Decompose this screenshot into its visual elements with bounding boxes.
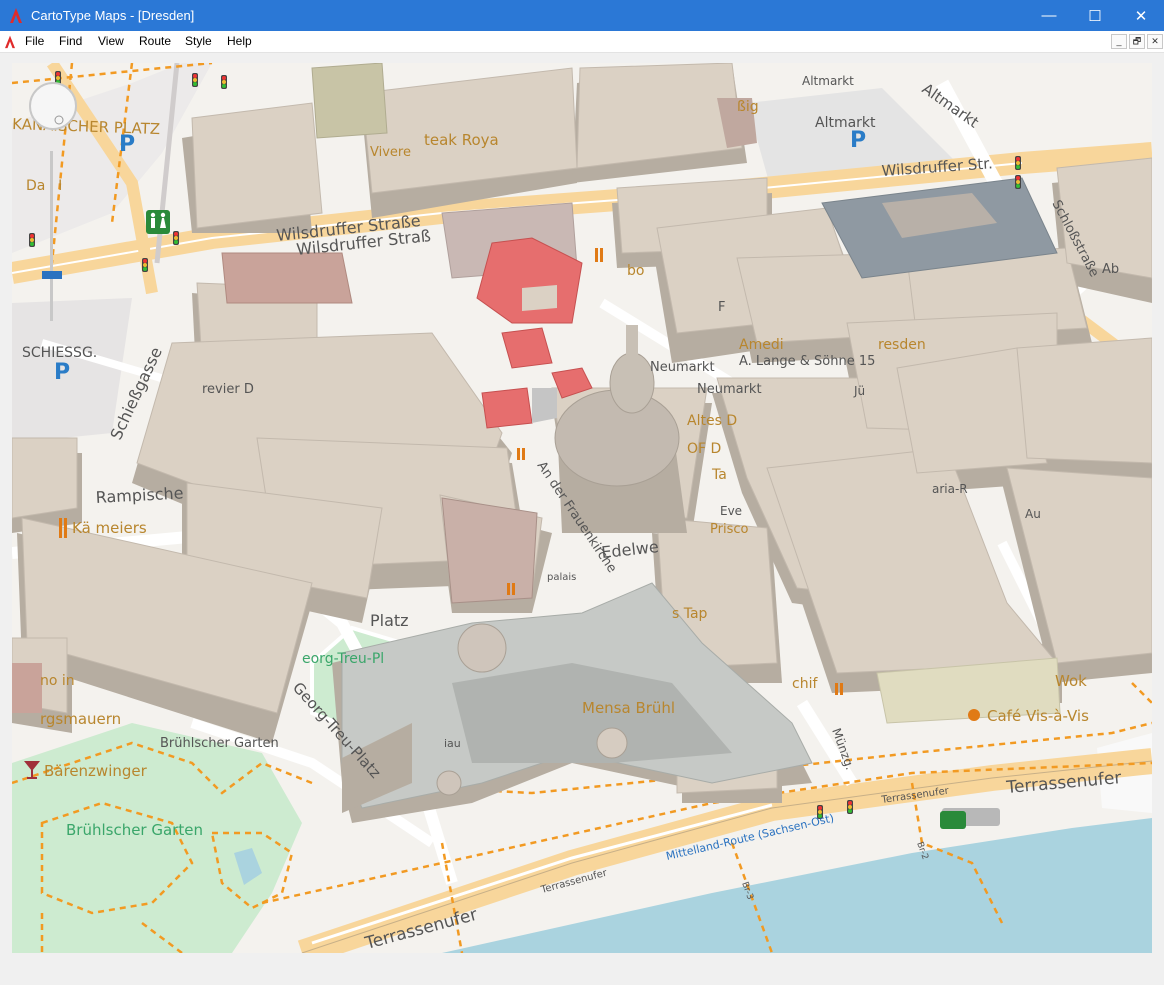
ig-label: ßig: [737, 99, 759, 115]
vivere-label: Vivere: [370, 145, 411, 160]
kaemmeiers-label: Kä meiers: [72, 519, 147, 537]
neumarkt-label: Neumarkt: [650, 360, 715, 375]
ab-label: Ab: [1102, 262, 1119, 277]
document-logo-icon: [5, 35, 15, 49]
window-title: CartoType Maps - [Dresden]: [31, 8, 195, 23]
map-controls: [29, 82, 77, 321]
steak-label: teak Roya: [424, 131, 499, 149]
no-in-label: no in: [40, 673, 75, 689]
zoom-slider-track[interactable]: [50, 151, 53, 321]
menu-route[interactable]: Route: [139, 34, 171, 48]
revier-label: revier D: [202, 382, 254, 397]
palais-label: palais: [547, 572, 576, 583]
amedi-label: Amedi: [739, 337, 784, 353]
prisco-label: Prisco: [710, 522, 748, 537]
altes-d-label: Altes D: [687, 413, 737, 429]
rgsmauern-label: rgsmauern: [40, 710, 121, 728]
neumarkt-label-2: Neumarkt: [697, 382, 762, 397]
close-button[interactable]: ✕: [1118, 0, 1164, 31]
resden-label: resden: [878, 337, 926, 353]
jue-label: Jü: [853, 384, 865, 398]
bo-label: bo: [627, 263, 644, 279]
status-bar: [0, 953, 1164, 985]
parking-icon: P: [54, 360, 70, 385]
iau-label: iau: [444, 737, 461, 750]
f-label: F: [718, 300, 725, 315]
menu-bar: File Find View Route Style Help _ 🗗 ✕: [0, 31, 1164, 53]
close-icon: ✕: [1134, 7, 1148, 25]
parking-icon: P: [850, 128, 866, 153]
window-titlebar: CartoType Maps - [Dresden] — ☐ ✕: [0, 0, 1164, 31]
menu-view[interactable]: View: [98, 34, 124, 48]
menu-help[interactable]: Help: [227, 34, 252, 48]
minimize-button[interactable]: —: [1026, 0, 1072, 31]
mdi-close-button[interactable]: ✕: [1147, 34, 1163, 49]
eve-label: Eve: [720, 504, 742, 518]
menu-find[interactable]: Find: [59, 34, 82, 48]
rotation-dial[interactable]: [29, 82, 77, 130]
cafe-label: Café Vis-à-Vis: [987, 707, 1089, 725]
menu-style[interactable]: Style: [185, 34, 212, 48]
au-label: Au: [1025, 507, 1041, 521]
maximize-button[interactable]: ☐: [1072, 0, 1118, 31]
baerenzwinger-label: Bärenzwinger: [44, 762, 148, 780]
mdi-restore-button[interactable]: 🗗: [1129, 34, 1145, 49]
toilets-icon: [146, 210, 170, 234]
minimize-icon: —: [1041, 7, 1057, 24]
menu-file[interactable]: File: [25, 34, 44, 48]
georg-treu-pl-label: eorg-Treu-Pl: [302, 651, 384, 667]
aria-label: aria-R: [932, 482, 968, 496]
schiessg-label: SCHIESSG.: [22, 345, 97, 361]
mdi-minimize-button[interactable]: _: [1111, 34, 1127, 49]
mensa-label: Mensa Brühl: [582, 699, 675, 717]
bruehlscher-garten-street-label: Brühlscher Garten: [160, 736, 279, 751]
zoom-slider-thumb[interactable]: [42, 271, 62, 279]
map-view[interactable]: P P P Altmarkt Altmarkt Altmarkt Wilsdru…: [12, 63, 1152, 953]
of-d-label: OF D: [687, 441, 721, 457]
schif-label: chif: [792, 676, 818, 692]
maximize-icon: ☐: [1088, 7, 1102, 25]
tap-label: s Tap: [672, 606, 708, 622]
cartotype-logo-icon: [10, 8, 22, 23]
map-canvas[interactable]: P P P Altmarkt Altmarkt Altmarkt Wilsdru…: [12, 63, 1152, 953]
bruehlscher-garten-label: Brühlscher Garten: [66, 821, 203, 839]
altmarkt-label: Altmarkt: [815, 115, 876, 131]
altmarkt-top-label: Altmarkt: [802, 74, 854, 88]
wok-label: Wok: [1055, 672, 1087, 690]
platz-label: Platz: [370, 611, 409, 630]
a-lange-label: A. Lange & Söhne 15: [739, 354, 875, 369]
ta-label: Ta: [711, 467, 727, 483]
